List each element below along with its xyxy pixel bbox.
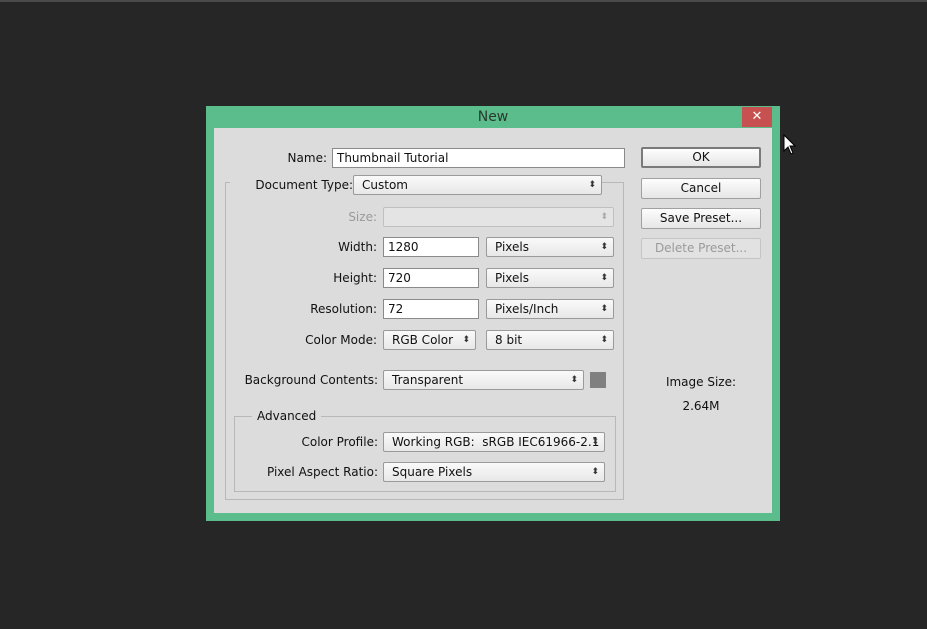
dialog-title: New — [477, 109, 509, 125]
color-profile-label: Color Profile: — [301, 435, 379, 449]
height-label: Height: — [333, 271, 377, 285]
color-profile-value: Working RGB: sRGB IEC61966-2.1 — [392, 435, 600, 449]
bit-depth-value: 8 bit — [495, 333, 523, 347]
updown-arrow-icon: ⬍ — [591, 467, 599, 477]
color-profile-select[interactable]: Working RGB: sRGB IEC61966-2.1 ⬍ — [383, 432, 605, 452]
pixel-aspect-ratio-label: Pixel Aspect Ratio: — [267, 465, 378, 479]
background-color-swatch[interactable] — [590, 372, 606, 388]
updown-arrow-icon: ⬍ — [600, 304, 608, 314]
height-input[interactable]: 720 — [383, 268, 479, 288]
pixel-aspect-ratio-value: Square Pixels — [392, 465, 473, 479]
size-label: Size: — [348, 210, 377, 224]
background-contents-value: Transparent — [392, 373, 464, 387]
name-label: Name: — [287, 151, 327, 165]
mouse-cursor-icon — [783, 134, 797, 155]
cancel-button[interactable]: Cancel — [641, 178, 761, 199]
updown-arrow-icon: ⬍ — [600, 273, 608, 283]
document-type-label: Document Type: — [230, 175, 353, 195]
updown-arrow-icon: ⬍ — [600, 242, 608, 252]
bit-depth-select[interactable]: 8 bit ⬍ — [486, 330, 614, 350]
updown-arrow-icon: ⬍ — [570, 375, 578, 385]
resolution-input[interactable]: 72 — [383, 299, 479, 319]
save-preset-button[interactable]: Save Preset... — [641, 208, 761, 229]
width-unit-value: Pixels — [495, 240, 530, 254]
width-label: Width: — [338, 240, 377, 254]
size-select: ⬍ — [383, 207, 614, 227]
image-size-label: Image Size: — [665, 375, 737, 389]
updown-arrow-icon: ⬍ — [600, 335, 608, 345]
updown-arrow-icon: ⬍ — [588, 180, 596, 190]
updown-arrow-icon: ⬍ — [591, 437, 599, 447]
image-size-value: 2.64M — [682, 399, 720, 413]
height-unit-value: Pixels — [495, 271, 530, 285]
updown-arrow-icon: ⬍ — [600, 212, 608, 222]
name-input[interactable]: Thumbnail Tutorial — [332, 148, 625, 168]
updown-arrow-icon: ⬍ — [462, 335, 470, 345]
color-mode-label: Color Mode: — [305, 333, 377, 347]
document-type-value: Custom — [362, 178, 408, 192]
advanced-legend: Advanced — [252, 408, 322, 424]
width-input[interactable]: 1280 — [383, 237, 479, 257]
close-button[interactable]: ✕ — [742, 107, 772, 127]
background-contents-select[interactable]: Transparent ⬍ — [383, 370, 584, 390]
delete-preset-button: Delete Preset... — [641, 238, 761, 259]
color-mode-value: RGB Color — [392, 333, 454, 347]
pixel-aspect-ratio-select[interactable]: Square Pixels ⬍ — [383, 462, 605, 482]
color-mode-select[interactable]: RGB Color ⬍ — [383, 330, 476, 350]
document-type-select[interactable]: Custom ⬍ — [353, 175, 602, 195]
width-unit-select[interactable]: Pixels ⬍ — [486, 237, 614, 257]
resolution-label: Resolution: — [310, 302, 377, 316]
resolution-unit-value: Pixels/Inch — [495, 302, 559, 316]
top-edge — [0, 0, 927, 2]
height-unit-select[interactable]: Pixels ⬍ — [486, 268, 614, 288]
resolution-unit-select[interactable]: Pixels/Inch ⬍ — [486, 299, 614, 319]
background-contents-label: Background Contents: — [244, 373, 378, 387]
ok-button[interactable]: OK — [641, 147, 761, 168]
